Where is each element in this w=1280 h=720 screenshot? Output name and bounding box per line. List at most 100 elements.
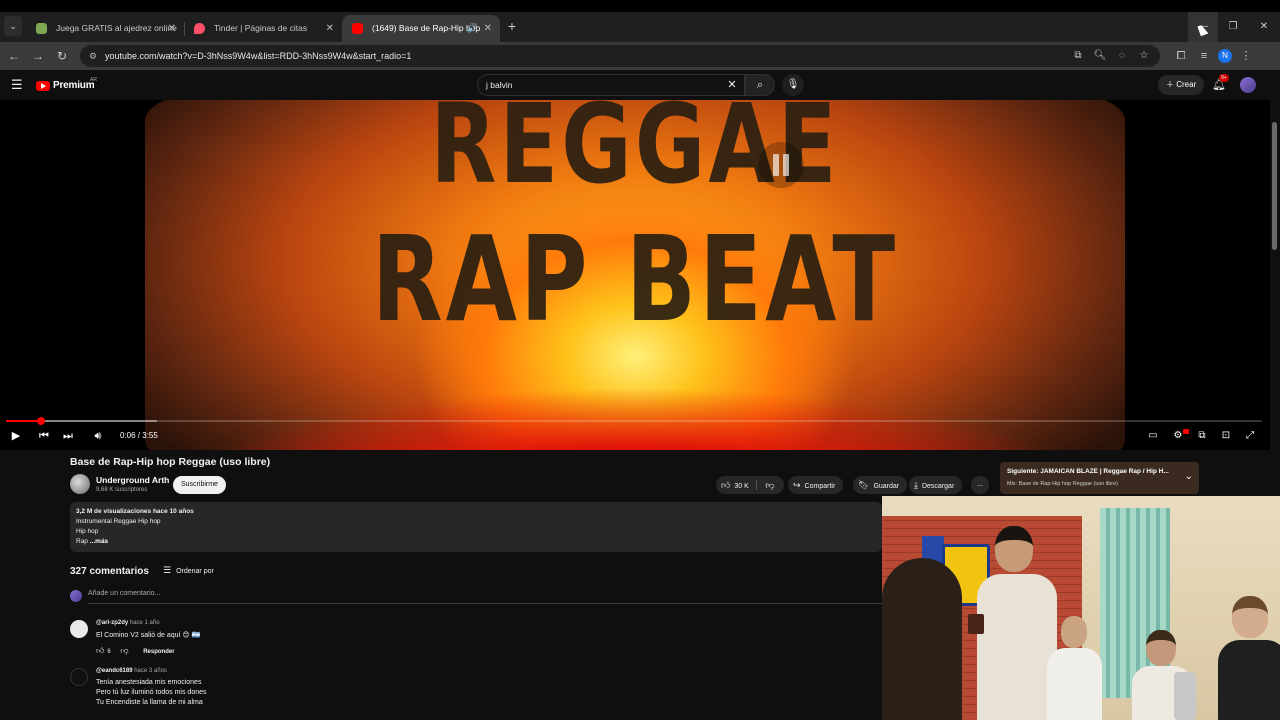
description-box[interactable]: 3,2 M de visualizaciones hace 10 años In… [70,502,882,552]
media-controls-icon[interactable]: ≡ [1195,47,1213,65]
menu-kebab-icon[interactable]: ⋮ [1237,47,1255,65]
zoom-icon[interactable]: 🔍︎ [1092,48,1108,64]
restore-icon[interactable]: ❐ [1218,12,1248,42]
search-value[interactable]: j balvin [486,75,512,95]
cup [968,614,984,634]
page-scrollbar[interactable] [1272,122,1277,250]
comment-author[interactable]: @eandc6189 hace 3 años [96,668,167,674]
more-actions-button[interactable]: ... [971,476,989,494]
thumbs-down-icon[interactable]: 👎︎ [762,476,778,494]
thumbs-up-icon: 👍︎ [721,480,731,490]
youtube-premium-logo[interactable]: Premium [36,80,95,91]
eye-off-icon[interactable]: ◌ [1114,48,1130,64]
bookmark-star-icon[interactable]: ☆ [1136,48,1152,64]
comment-dislike-icon[interactable]: 👎︎ [120,646,128,655]
video-title: Base de Rap-Hip hop Reggae (uso libre) [70,456,271,468]
create-button[interactable]: ＋ Crear [1158,75,1205,95]
close-tab-icon[interactable]: ✕ [326,15,334,42]
comment-time: hace 3 años [134,668,167,674]
comment-author[interactable]: @ari-zp2dy hace 1 año [96,620,160,626]
scrubber-handle[interactable] [37,417,46,425]
voice-search-button[interactable]: 🎙︎ [782,74,804,96]
logo-text: Premium [53,80,95,91]
hd-badge [1183,429,1189,434]
subtitles-icon[interactable]: ▭ [1145,428,1161,444]
profile-avatar[interactable]: N [1218,49,1232,63]
video-overlay-line1: REGGAE [430,100,840,208]
close-tab-icon[interactable]: ✕ [484,15,492,42]
tab-chess[interactable]: Juega GRATIS al ajedrez online ✕ [26,15,184,42]
comment-text: Tenía anestesiada mis emociones [96,679,202,686]
guide-menu-icon[interactable]: ☰ [11,78,25,92]
tinder-favicon-icon [194,23,205,34]
up-next-card[interactable]: Siguiente: JAMAICAN BLAZE | Reggae Rap /… [1000,462,1199,494]
video-player[interactable]: REGGAE RAP BEAT ▶ ⏮ ⏭ 🔊︎ 0:06 / 3:55 ▭ ⚙… [0,100,1270,450]
comment-avatar[interactable] [70,620,88,638]
window-close-icon[interactable]: ✕ [1249,12,1279,42]
volume-icon[interactable]: 🔊︎ [90,428,106,444]
like-count: 30 K [734,483,749,490]
person [1047,616,1102,720]
comment-avatar[interactable] [70,668,88,686]
close-tab-icon[interactable]: ✕ [168,15,176,42]
add-comment-input[interactable]: Añade un comentario... [88,590,160,597]
fan [1174,672,1196,720]
share-button[interactable]: ↪ Compartir [788,476,844,494]
search-input[interactable]: j balvin ✕ [477,74,745,96]
channel-avatar[interactable] [70,474,90,494]
bookmark-icon: 🔖︎ [858,480,870,490]
tab-chess-title: Juega GRATIS al ajedrez online [56,23,177,33]
audio-playing-icon[interactable]: 🔊 [467,15,478,42]
tab-search-chevron-icon[interactable]: ⌄ [4,16,22,36]
webcam-overlay [882,496,1280,720]
download-icon: ⤓ [914,480,918,490]
extensions-icon[interactable]: ⧠ [1172,47,1190,65]
show-more-link[interactable]: ...más [90,538,108,545]
omnibox[interactable]: ⚙ youtube.com/watch?v=D-3hNss9W4w&list=R… [80,45,1160,67]
sort-button[interactable]: ☰ Ordenar por [163,565,214,576]
forward-icon[interactable]: → [29,47,47,65]
title-strip [0,0,1280,12]
download-label: Descargar [921,483,955,490]
youtube-masthead: ☰ Premium AR j balvin ✕ ⌕ 🎙︎ ＋ Crear 🔔︎ … [0,70,1280,100]
comments-count: 327 comentarios [70,566,149,577]
comment-text: El Comino V2 salió de aquí 😊 🇦🇷 [96,632,201,639]
channel-name[interactable]: Underground Arth [96,475,169,485]
account-avatar[interactable] [1240,77,1256,93]
progress-bar[interactable] [6,417,1262,425]
next-icon[interactable]: ⏭ [60,428,76,444]
search-button[interactable]: ⌕ [745,74,775,96]
tab-tinder[interactable]: Tinder | Páginas de citas ✕ [184,15,342,42]
chevron-down-icon[interactable]: ⌄ [1185,471,1193,482]
save-label: Guardar [873,483,900,490]
comment-author-handle[interactable]: @eandc6189 [96,668,133,674]
fullscreen-icon[interactable]: ⤢ [1242,428,1258,444]
reload-icon[interactable]: ↻ [53,47,71,65]
person [977,526,1057,720]
comment-like-icon[interactable]: 👍︎ [96,646,104,655]
comment-author-handle[interactable]: @ari-zp2dy [96,620,128,626]
pause-indicator-icon [758,142,804,188]
previous-icon[interactable]: ⏮ [36,428,52,444]
new-tab-icon[interactable]: + [505,19,519,33]
chess-favicon-icon [36,23,47,34]
download-button[interactable]: ⤓ Descargar [909,476,963,494]
site-info-icon[interactable]: ⚙ [86,49,100,63]
clear-search-icon[interactable]: ✕ [724,77,740,93]
share-arrow-icon: ↪ [793,480,801,490]
tab-youtube-title: (1649) Base de Rap-Hip hop [372,23,481,33]
cast-icon[interactable]: ⊡ [1218,428,1234,444]
up-next-subtitle: Mix: Base de Rap-Hip hop Reggae (uso lib… [1007,481,1118,487]
miniplayer-icon[interactable]: ⧉ [1194,428,1210,444]
save-button[interactable]: 🔖︎ Guardar [853,476,908,494]
play-icon[interactable]: ▶ [8,428,24,444]
url-text[interactable]: youtube.com/watch?v=D-3hNss9W4w&list=RDD… [105,45,411,67]
subscribe-button[interactable]: Suscribirme [173,476,226,494]
back-icon[interactable]: ← [5,47,23,65]
country-code: AR [90,77,97,83]
tab-youtube[interactable]: (1649) Base de Rap-Hip hop 🔊 ✕ [342,15,500,42]
tab-strip: ⌄ Juega GRATIS al ajedrez online ✕ Tinde… [0,12,1280,42]
reply-button[interactable]: Responder [143,649,174,655]
video-frame[interactable]: REGGAE RAP BEAT [145,100,1125,450]
install-app-icon[interactable]: ⧉ [1070,48,1086,64]
